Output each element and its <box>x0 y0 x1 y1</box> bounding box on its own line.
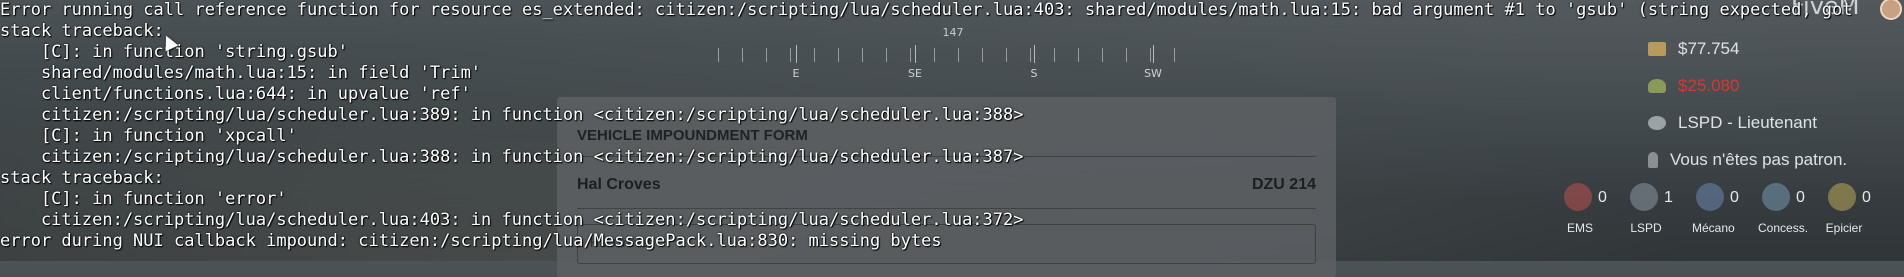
console-line: shared/modules/math.lua:15: in field 'Tr… <box>0 63 482 83</box>
console-line: error during NUI callback impound: citiz… <box>0 231 942 251</box>
console-line: [C]: in function 'error' <box>0 189 287 209</box>
console-line: stack traceback: <box>0 168 164 188</box>
console-output: Error running call reference function fo… <box>0 0 1904 261</box>
console-line: citizen:/scripting/lua/scheduler.lua:388… <box>0 147 1024 167</box>
console-line: Error running call reference function fo… <box>0 0 1853 20</box>
console-line: stack traceback: <box>0 21 164 41</box>
console-line: citizen:/scripting/lua/scheduler.lua:403… <box>0 210 1024 230</box>
console-line: citizen:/scripting/lua/scheduler.lua:389… <box>0 105 1024 125</box>
console-line: client/functions.lua:644: in upvalue 're… <box>0 84 471 104</box>
console-line: [C]: in function 'xpcall' <box>0 126 297 146</box>
console-line: [C]: in function 'string.gsub' <box>0 42 348 62</box>
